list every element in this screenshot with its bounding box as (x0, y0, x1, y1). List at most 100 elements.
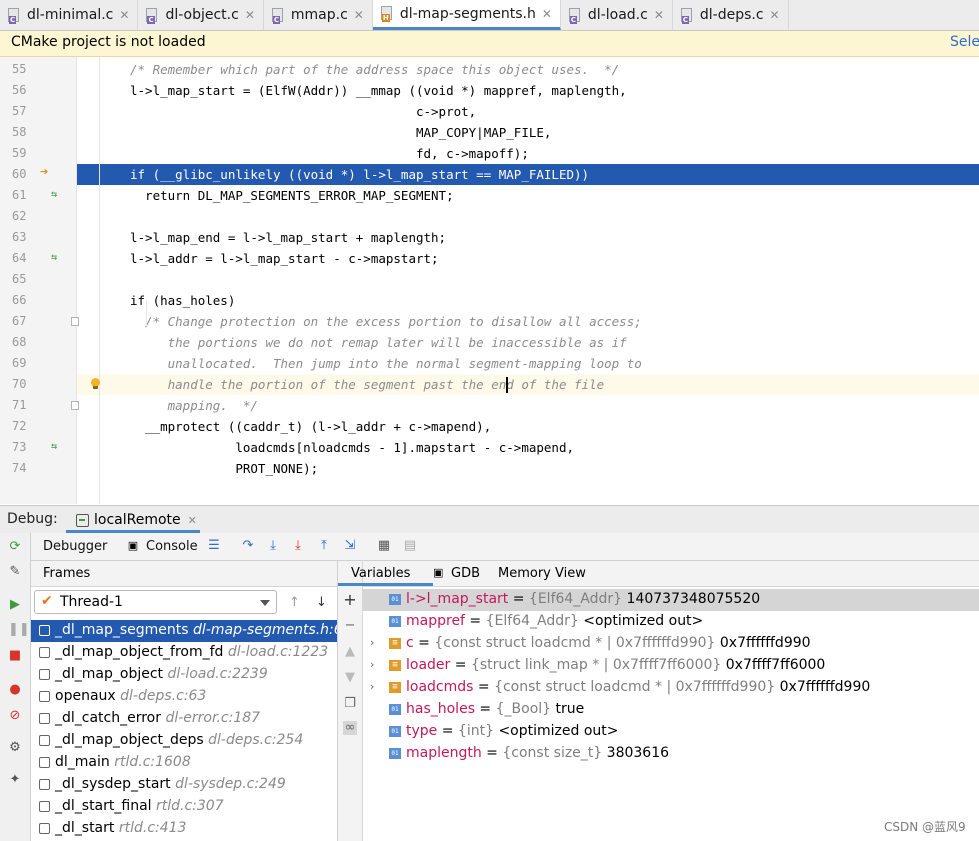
menu-icon[interactable]: ☰ (207, 538, 221, 554)
add-watch-icon[interactable]: + (343, 592, 357, 608)
remove-icon[interactable]: − (343, 619, 357, 633)
variable-row[interactable]: › ≡ loadcmds = {const struct loadcmd * | 0… (363, 677, 979, 699)
rerun-icon[interactable]: ⟳ (8, 540, 22, 554)
close-icon[interactable]: ✕ (119, 8, 129, 22)
run-to-cursor-icon[interactable]: ⇲ (343, 538, 357, 554)
stack-frame[interactable]: _dl_map_segments dl-map-segments.h:60 (31, 620, 337, 642)
step-over-icon[interactable]: ⤓ (266, 538, 280, 554)
line-number[interactable]: 59 (0, 143, 76, 164)
line-number[interactable]: 62 (0, 206, 76, 227)
line-number[interactable]: 55 (0, 59, 76, 80)
line-number[interactable]: 70 (0, 374, 76, 395)
close-icon[interactable]: ✕ (654, 8, 664, 22)
chevron-right-icon[interactable]: › (370, 680, 374, 693)
stack-frame[interactable]: _dl_start rtld.c:413 (31, 818, 337, 840)
tab-console[interactable]: Console (146, 539, 198, 554)
close-icon[interactable]: ✕ (542, 7, 552, 21)
code-line[interactable]: /* Remember which part of the address sp… (77, 59, 979, 80)
variable-row[interactable]: 01 mappref = {Elf64_Addr} <optimized out> (363, 611, 979, 633)
fold-icon[interactable] (71, 317, 79, 326)
tab-dl-object[interactable]: Cdl-object.c ✕ (138, 0, 264, 30)
tab-debugger[interactable]: Debugger (43, 539, 107, 554)
line-number[interactable]: 71 (0, 395, 79, 416)
stack-frame[interactable]: _dl_start_final rtld.c:307 (31, 796, 337, 818)
step-into-icon[interactable]: ⤓ (291, 538, 305, 554)
view-breakpoints-icon[interactable]: ● (8, 683, 22, 697)
code-line[interactable]: fd, c->mapoff); (77, 143, 979, 164)
code-line[interactable]: __mprotect ((caddr_t) (l->l_addr + c->ma… (77, 416, 979, 437)
step-out-icon[interactable]: ⤒ (317, 538, 331, 554)
line-number[interactable]: 73 ⇆ (0, 437, 76, 458)
show-execution-point-icon[interactable]: ↷ (241, 538, 255, 554)
chevron-right-icon[interactable]: › (370, 658, 374, 671)
fold-icon[interactable] (71, 401, 79, 410)
arrow-down-icon[interactable]: ↓ (316, 595, 327, 610)
code-editor[interactable]: /* Remember which part of the address sp… (0, 57, 979, 504)
move-down-icon[interactable]: ▼ (343, 671, 357, 685)
line-number[interactable]: 68 (0, 332, 76, 353)
variable-row[interactable]: 01 maplength = {const size_t} 3803616 (363, 743, 979, 765)
code-line[interactable]: l->l_map_start = (ElfW(Addr)) __mmap ((v… (77, 80, 979, 101)
close-icon[interactable]: ✕ (770, 8, 780, 22)
line-number[interactable]: 61 ⇆ (0, 185, 76, 206)
arrow-up-icon[interactable]: ↑ (289, 595, 300, 610)
variable-row[interactable]: › ≡ loader = {struct link_map * | 0x7ffff7… (363, 655, 979, 677)
tab-dl-minimal[interactable]: Cdl-minimal.c ✕ (0, 0, 139, 30)
code-line[interactable]: loadcmds[nloadcmds - 1].mapstart - c->ma… (77, 437, 979, 458)
code-line[interactable]: handle the portion of the segment past t… (77, 374, 979, 395)
stack-frame[interactable]: dl_main rtld.c:1608 (31, 752, 337, 774)
stack-frame[interactable]: _dl_map_object dl-load.c:2239 (31, 664, 337, 686)
line-number[interactable]: 67 (0, 311, 79, 332)
stack-frame[interactable]: _dl_catch_error dl-error.c:187 (31, 708, 337, 730)
line-number[interactable]: 66 (0, 290, 76, 311)
code-line[interactable]: return DL_MAP_SEGMENTS_ERROR_MAP_SEGMENT… (77, 185, 979, 206)
banner-action-link[interactable]: Sele (950, 34, 979, 50)
code-line[interactable]: c->prot, (77, 101, 979, 122)
move-up-icon[interactable]: ▲ (343, 645, 357, 659)
code-line[interactable]: MAP_COPY|MAP_FILE, (77, 122, 979, 143)
pin-icon[interactable]: ✦ (8, 773, 22, 787)
line-number[interactable]: 56 (0, 80, 76, 101)
tab-gdb[interactable]: GDB (451, 566, 480, 581)
mute-breakpoints-icon[interactable]: ⊘ (8, 709, 22, 723)
stop-icon[interactable]: ■ (8, 649, 22, 663)
code-line[interactable] (77, 269, 979, 290)
resume-icon[interactable]: ▶ (8, 598, 22, 612)
chevron-right-icon[interactable]: › (370, 636, 374, 649)
stack-frame[interactable]: _dl_sysdep_start dl-sysdep.c:249 (31, 774, 337, 796)
tab-dl-load[interactable]: Cdl-load.c ✕ (561, 0, 673, 30)
line-number[interactable]: 65 (0, 269, 76, 290)
debug-config-tab[interactable]: localRemote ✕ (76, 508, 197, 532)
variable-row[interactable]: 01 l->l_map_start = {Elf64_Addr} 14073734… (363, 589, 979, 611)
tab-memory-view[interactable]: Memory View (498, 566, 586, 581)
tab-dl-map-segments[interactable]: Hdl-map-segments.h ✕ (372, 0, 561, 30)
code-line[interactable]: mapping. */ (77, 395, 979, 416)
variable-row[interactable]: 01 has_holes = {_Bool} true (363, 699, 979, 721)
stack-frame[interactable]: _dl_map_object_deps dl-deps.c:254 (31, 730, 337, 752)
code-line[interactable]: unallocated. Then jump into the normal s… (77, 353, 979, 374)
line-number[interactable]: 64 ⇆ (0, 248, 76, 269)
settings-icon[interactable]: ⚙ (8, 741, 22, 755)
code-line[interactable]: PROT_NONE); (77, 458, 979, 479)
copy-icon[interactable]: ❐ (343, 697, 357, 711)
stack-frame[interactable]: _dl_map_object_from_fd dl-load.c:1223 (31, 642, 337, 664)
close-icon[interactable]: ✕ (245, 8, 255, 22)
wrench-icon[interactable]: ✎ (8, 565, 22, 579)
code-line[interactable]: l->l_addr = l->l_map_start - c->mapstart… (77, 248, 979, 269)
tab-dl-deps[interactable]: Cdl-deps.c ✕ (673, 0, 789, 30)
glasses-icon[interactable]: ∞ (343, 721, 357, 735)
code-line[interactable]: the portions we do not remap later will … (77, 332, 979, 353)
line-number[interactable]: 72 (0, 416, 76, 437)
line-number[interactable]: 69 (0, 353, 76, 374)
variable-row[interactable]: › ≡ c = {const struct loadcmd * | 0x7fffff… (363, 633, 979, 655)
stack-frame[interactable]: openaux dl-deps.c:63 (31, 686, 337, 708)
code-line[interactable] (77, 206, 979, 227)
tab-variables[interactable]: Variables (351, 566, 410, 581)
current-execution-line[interactable]: if (__glibc_unlikely ((void *) l->l_map_… (77, 164, 979, 185)
line-number[interactable]: 60 ➔ (0, 164, 76, 185)
code-line[interactable]: /* Change protection on the excess porti… (77, 311, 979, 332)
code-line[interactable]: if (has_holes) (77, 290, 979, 311)
line-number[interactable]: 57 (0, 101, 76, 122)
close-icon[interactable]: ✕ (188, 514, 197, 527)
layout-icon[interactable]: ▤ (403, 538, 417, 554)
